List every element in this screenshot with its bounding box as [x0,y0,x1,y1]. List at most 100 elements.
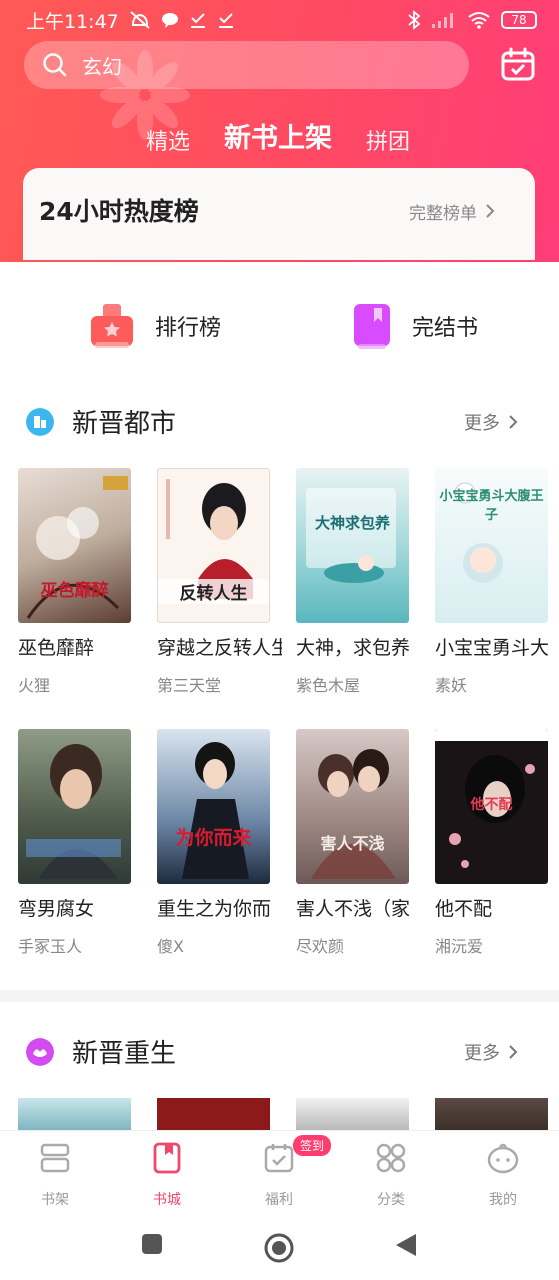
book-title: 害人不浅（家 [296,898,411,920]
bluetooth-icon [408,10,421,30]
system-nav-bar [0,1216,559,1280]
nav-label: 分类 [377,1192,405,1208]
book-card[interactable]: 他不配 他不配 湘沅爱 [435,729,559,957]
book-author: 素妖 [435,676,468,695]
tab-new-books[interactable]: 新书上架 [224,116,332,155]
book-card[interactable]: 大神求包养 大神，求包养 紫色木屋 [296,468,426,696]
tab-featured[interactable]: 精选 [146,124,190,156]
bottom-nav: 书架 书城 福利 签到 分类 我的 [0,1130,559,1216]
face-icon [487,1143,519,1174]
chevron-right-icon [509,415,518,429]
book-cover[interactable] [435,1098,548,1130]
mute-icon [130,11,150,29]
book-card[interactable]: 反转人生 穿越之反转人生 第三天堂 [157,468,287,696]
book-title: 穿越之反转人生 [157,637,282,659]
book-cover[interactable] [18,1098,131,1130]
book-cover[interactable] [296,1098,409,1130]
book-author: 傻X [157,937,184,956]
section-more-label: 更多 [464,413,500,434]
book-cover[interactable] [157,1098,270,1130]
back-icon[interactable] [394,1232,418,1258]
nav-category[interactable]: 分类 [351,1141,431,1209]
cover-title: 为你而来 [175,827,252,849]
calendar-icon [264,1144,294,1173]
nav-mine[interactable]: 我的 [463,1141,543,1209]
book-title: 弯男腐女 [18,898,95,920]
book-card[interactable]: 巫色靡醉 巫色靡醉 火狸 [18,468,148,696]
hot-list-more-label: 完整榜单 [409,203,477,224]
completed-books-shortcut[interactable]: 完结书 [352,302,478,350]
status-time: 上午11:47 [26,10,119,33]
status-bar: 上午11:47 78 [0,0,559,40]
grid-icon [376,1143,406,1173]
book-cover: 大神求包养 [296,468,409,623]
hot-list-card[interactable]: 24小时热度榜 完整榜单 [23,168,535,260]
calendar-checkin-icon[interactable] [500,47,536,83]
search-bar[interactable]: 玄幻 [24,41,469,89]
cover-title: 大神求包养 [314,514,390,532]
book-card[interactable]: 害人不浅 害人不浅（家 尽欢颜 [296,729,426,957]
book-cover: 小宝宝勇斗大腹王子 [435,468,548,623]
chat-icon [161,13,178,28]
section-header-urban: 新晋都市 更多 [0,397,559,447]
book-cover: 反转人生 [157,468,270,623]
bookshelf-icon [40,1143,70,1173]
header: 上午11:47 78 玄幻 精选 新书上架 拼团 24小时热度榜 完整榜单 [0,0,559,262]
rebirth-section-icon [26,1038,54,1066]
book-icon [153,1142,181,1174]
chevron-right-icon [509,1045,518,1059]
top-tabs: 精选 新书上架 拼团 [0,112,559,162]
book-cover: 巫色靡醉 [18,468,131,623]
nav-bookstore[interactable]: 书城 [127,1141,207,1209]
urban-section-icon [26,408,54,436]
book-card[interactable]: 为你而来 重生之为你而 傻X [157,729,287,957]
check-download-icon [190,13,205,28]
section-title: 新晋都市 [72,409,177,439]
section-more-link[interactable]: 更多 [464,1039,518,1065]
book-author: 湘沅爱 [435,937,484,956]
cover-title: 反转人生 [158,579,269,604]
hot-list-more-link[interactable]: 完整榜单 [409,199,495,224]
check-download-icon [218,13,233,28]
ranking-icon [91,304,133,348]
ranking-shortcut[interactable]: 排行榜 [89,302,221,350]
nav-label: 书城 [153,1192,181,1208]
cover-title: 巫色靡醉 [40,581,109,601]
hot-list-title: 24小时热度榜 [39,197,199,226]
section-more-label: 更多 [464,1043,500,1064]
cover-title: 害人不浅 [320,834,385,853]
book-title: 巫色靡醉 [18,637,95,659]
book-card[interactable]: 小宝宝勇斗大腹王子 小宝宝勇斗大 素妖 [435,468,559,696]
completed-book-icon [354,304,390,349]
section-divider [0,990,559,1002]
book-author: 紫色木屋 [296,676,361,695]
book-author: 第三天堂 [157,676,222,695]
book-card[interactable]: 弯男腐女 手冢玉人 [18,729,148,957]
cover-title: 他不配 [470,797,513,813]
nav-bookshelf[interactable]: 书架 [15,1141,95,1209]
cover-title: 小宝宝勇斗大腹王子 [439,489,544,523]
home-icon[interactable] [263,1232,295,1264]
tab-group-buy[interactable]: 拼团 [366,124,410,156]
battery-icon: 78 [501,11,537,29]
checkin-badge[interactable]: 签到 [293,1135,332,1156]
wifi-icon [468,12,490,29]
chevron-right-icon [486,204,495,218]
section-title: 新晋重生 [72,1039,177,1069]
nav-label: 福利 [265,1192,293,1208]
completed-books-label: 完结书 [412,316,479,341]
search-icon [43,53,67,77]
book-author: 尽欢颜 [296,937,345,956]
signal-icon [432,13,453,28]
cover-art [182,742,249,879]
book-cover: 他不配 [435,729,548,884]
ranking-label: 排行榜 [155,316,222,341]
cover-art [306,488,396,583]
recent-apps-icon[interactable] [140,1232,164,1256]
cover-art [311,749,396,879]
section-more-link[interactable]: 更多 [464,409,518,435]
nav-label: 书架 [41,1192,69,1208]
cover-art [26,744,121,879]
book-cover [18,729,131,884]
book-cover: 害人不浅 [296,729,409,884]
